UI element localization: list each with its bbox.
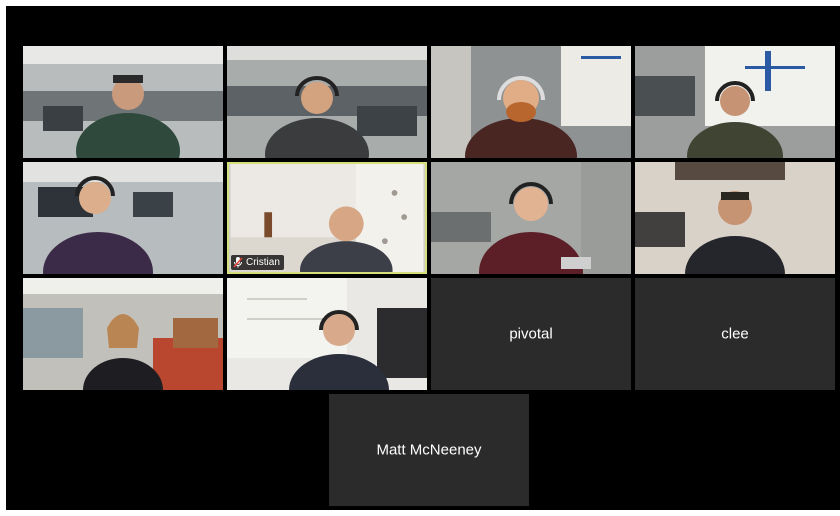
- video-tile-active-speaker[interactable]: Cristian: [227, 162, 427, 274]
- participant-video: [23, 46, 223, 158]
- participant-name-tag: Cristian: [231, 255, 284, 270]
- video-tile[interactable]: [23, 162, 223, 274]
- video-tile[interactable]: [635, 162, 835, 274]
- video-tile-off[interactable]: Matt McNeeney: [329, 394, 529, 506]
- mic-off-icon: [233, 257, 243, 268]
- participant-video: [227, 278, 427, 390]
- participant-name: clee: [721, 325, 749, 343]
- video-tile[interactable]: [23, 46, 223, 158]
- participant-video: [23, 162, 223, 274]
- participant-video: [431, 162, 631, 274]
- participant-name: Matt McNeeney: [376, 441, 482, 459]
- video-tile[interactable]: [227, 46, 427, 158]
- participant-video: [23, 278, 223, 390]
- participant-name: Cristian: [246, 257, 280, 268]
- video-tile[interactable]: [23, 278, 223, 390]
- participant-name: pivotal: [509, 325, 553, 343]
- video-tile-off[interactable]: pivotal: [431, 278, 631, 390]
- video-tile-off[interactable]: clee: [635, 278, 835, 390]
- video-tile[interactable]: [431, 162, 631, 274]
- gallery-view: Cristian pivotal clee Matt McNeeney: [6, 6, 840, 510]
- participant-video: [635, 46, 835, 158]
- participant-video: [227, 46, 427, 158]
- participant-video: [635, 162, 835, 274]
- video-tile[interactable]: [635, 46, 835, 158]
- video-tile[interactable]: [431, 46, 631, 158]
- participant-video: [431, 46, 631, 158]
- video-tile[interactable]: [227, 278, 427, 390]
